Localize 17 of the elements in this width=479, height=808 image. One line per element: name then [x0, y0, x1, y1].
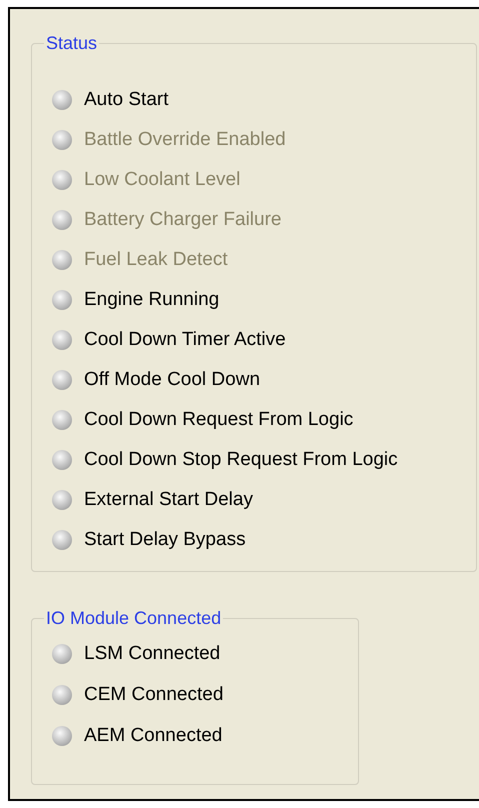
status-label: Fuel Leak Detect [84, 249, 228, 271]
status-label: Low Coolant Level [84, 169, 240, 191]
group-title: IO Module Connected [45, 608, 222, 629]
status-label: Cool Down Timer Active [84, 329, 286, 351]
status-label: External Start Delay [84, 489, 253, 511]
status-label: Auto Start [84, 89, 168, 111]
status-label: Battery Charger Failure [84, 209, 282, 231]
status-label: Battle Override Enabled [84, 129, 286, 151]
status-label: Off Mode Cool Down [84, 369, 260, 391]
status-label: Engine Running [84, 289, 220, 311]
status-label: AEM Connected [84, 725, 222, 747]
status-label: LSM Connected [84, 643, 220, 665]
status-label: Start Delay Bypass [84, 529, 246, 551]
status-label: CEM Connected [84, 684, 224, 706]
status-label: Cool Down Stop Request From Logic [84, 449, 398, 471]
status-label: Cool Down Request From Logic [84, 409, 354, 431]
group-title: Status [45, 33, 98, 54]
